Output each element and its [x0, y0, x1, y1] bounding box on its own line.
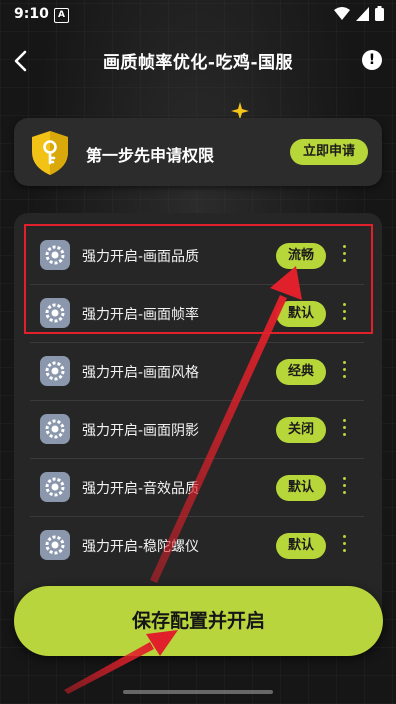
shield-key-icon — [32, 131, 68, 175]
setting-value-button[interactable]: 默认 — [276, 475, 326, 501]
setting-value-button[interactable]: 经典 — [276, 359, 326, 385]
setting-value-button[interactable]: 关闭 — [276, 417, 326, 443]
gear-icon — [40, 414, 70, 444]
setting-label: 强力开启-稳陀螺仪 — [82, 539, 200, 555]
permission-text: 第一步先申请权限 — [86, 146, 215, 165]
setting-label: 强力开启-画面阴影 — [82, 423, 200, 439]
setting-label: 强力开启-音效品质 — [82, 481, 200, 497]
gear-icon — [40, 356, 70, 386]
more-options-icon[interactable] — [343, 361, 347, 381]
setting-row-style[interactable]: 强力开启-画面风格 经典 — [30, 343, 380, 401]
more-options-icon[interactable] — [343, 535, 347, 555]
signal-icon — [356, 6, 369, 21]
more-options-icon[interactable] — [343, 477, 347, 497]
setting-row-audio[interactable]: 强力开启-音效品质 默认 — [30, 459, 380, 517]
save-and-enable-button[interactable]: 保存配置并开启 — [14, 586, 383, 656]
notification-badge: A — [54, 8, 69, 23]
status-bar: 9:10 A — [0, 0, 396, 30]
gear-icon — [40, 530, 70, 560]
setting-label: 强力开启-画面风格 — [82, 365, 200, 381]
status-icons — [334, 6, 384, 21]
annotation-highlight-box — [24, 224, 373, 334]
gear-icon — [40, 472, 70, 502]
navigation-handle[interactable] — [123, 690, 273, 694]
wifi-icon — [334, 6, 350, 20]
battery-icon — [375, 6, 384, 21]
apply-permission-button[interactable]: 立即申请 — [290, 139, 368, 165]
setting-row-shadow[interactable]: 强力开启-画面阴影 关闭 — [30, 401, 380, 459]
page-title: 画质帧率优化-吃鸡-国服 — [102, 53, 294, 73]
setting-row-gyro[interactable]: 强力开启-稳陀螺仪 默认 — [30, 517, 380, 575]
chevron-left-icon[interactable] — [10, 48, 32, 74]
more-options-icon[interactable] — [343, 419, 347, 439]
permission-card: 第一步先申请权限 立即申请 — [14, 118, 382, 186]
exclamation-icon[interactable]: ! — [362, 50, 382, 70]
setting-value-button[interactable]: 默认 — [276, 533, 326, 559]
status-time: 9:10 — [14, 6, 49, 22]
